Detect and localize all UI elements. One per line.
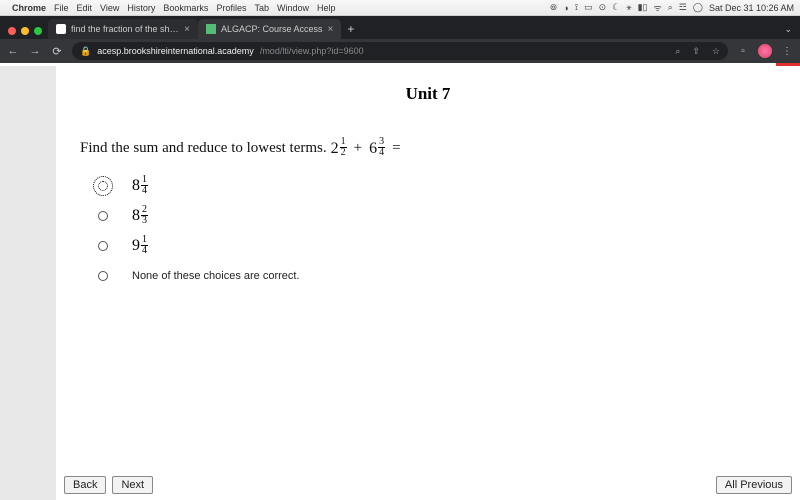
operand-a: 2 1 2	[331, 138, 347, 159]
unit-title: Unit 7	[80, 84, 776, 104]
close-tab-icon[interactable]: ×	[184, 24, 190, 35]
mac-menubar: Chrome File Edit View History Bookmarks …	[0, 0, 800, 16]
play-icon[interactable]: ⊙	[599, 2, 607, 13]
share-icon[interactable]: ⇧	[692, 46, 700, 57]
answer-choice[interactable]: 8 1 4	[98, 171, 776, 201]
tab-title: ALGACP: Course Access	[221, 24, 323, 34]
window-controls[interactable]	[6, 27, 48, 39]
choice-value: 8 2 3	[132, 206, 148, 227]
question-text: Find the sum and reduce to lowest terms.	[80, 140, 327, 157]
nav-bar: Back Next All Previous	[56, 470, 800, 500]
lock-icon: 🔒	[80, 46, 91, 57]
tab-favicon-icon	[206, 24, 216, 34]
tab-title: find the fraction of the shaded	[71, 24, 179, 34]
kebab-menu-icon[interactable]: ⋮	[780, 46, 794, 57]
left-gutter	[0, 66, 56, 500]
profile-avatar[interactable]	[758, 44, 772, 58]
back-icon[interactable]: ←	[6, 45, 20, 57]
toolbar: ← → ⟳ 🔒 acesp.brookshireinternational.ac…	[0, 39, 800, 63]
menubar-clock[interactable]: Sat Dec 31 10:26 AM	[709, 3, 794, 13]
tabs-dropdown-icon[interactable]: ⌄	[784, 24, 800, 39]
all-previous-button[interactable]: All Previous	[716, 476, 792, 494]
close-window-icon[interactable]	[8, 27, 16, 35]
choice-value: 9 1 4	[132, 236, 148, 257]
moon-icon[interactable]: ☾	[612, 2, 620, 13]
answer-choice[interactable]: 8 2 3	[98, 201, 776, 231]
close-tab-icon[interactable]: ×	[328, 24, 334, 35]
browser-chrome: find the fraction of the shaded × ALGACP…	[0, 16, 800, 63]
choice-value: 8 1 4	[132, 176, 148, 197]
battery-icon[interactable]: ▮▯	[638, 2, 648, 13]
radio-button[interactable]	[98, 241, 108, 251]
control-center-icon[interactable]: ☲	[679, 2, 687, 13]
radio-button[interactable]	[98, 181, 108, 191]
extensions-icon[interactable]: ▫	[736, 46, 750, 57]
search-icon[interactable]: ⌕	[668, 2, 673, 13]
url-path: /mod/lti/view.php?id=9600	[260, 46, 364, 56]
page: Unit 7 Find the sum and reduce to lowest…	[0, 66, 800, 500]
answer-choice[interactable]: 9 1 4	[98, 231, 776, 261]
menu-view[interactable]: View	[100, 3, 119, 13]
reload-icon[interactable]: ⟳	[50, 45, 64, 58]
search-in-url-icon[interactable]: ⌕	[675, 46, 680, 57]
browser-tab[interactable]: ALGACP: Course Access ×	[198, 19, 341, 39]
answer-choices: 8 1 4 8 2 3	[98, 171, 776, 291]
status-icon[interactable]: ⊚	[550, 2, 558, 13]
menu-tab[interactable]: Tab	[254, 3, 269, 13]
menu-bookmarks[interactable]: Bookmarks	[163, 3, 208, 13]
choice-value: None of these choices are correct.	[132, 270, 300, 282]
radio-button[interactable]	[98, 271, 108, 281]
siri-icon[interactable]: ◯	[693, 2, 703, 13]
operand-b: 6 3 4	[369, 138, 385, 159]
bookmark-icon[interactable]: ☆	[712, 46, 720, 57]
menu-file[interactable]: File	[54, 3, 69, 13]
display-icon[interactable]: ▭	[584, 2, 593, 13]
content-sheet: Unit 7 Find the sum and reduce to lowest…	[56, 66, 800, 500]
answer-choice[interactable]: None of these choices are correct.	[98, 261, 776, 291]
menu-history[interactable]: History	[127, 3, 155, 13]
tab-strip: find the fraction of the shaded × ALGACP…	[0, 16, 800, 39]
new-tab-button[interactable]: +	[341, 22, 360, 39]
menu-window[interactable]: Window	[277, 3, 309, 13]
plus-sign: +	[354, 140, 362, 157]
tab-favicon-icon	[56, 24, 66, 34]
next-button[interactable]: Next	[112, 476, 153, 494]
menu-help[interactable]: Help	[317, 3, 336, 13]
status-icon[interactable]: ⟟	[575, 2, 578, 13]
equals-sign: =	[392, 140, 400, 157]
back-button[interactable]: Back	[64, 476, 106, 494]
menubar-app-name[interactable]: Chrome	[12, 3, 46, 13]
question-stem: Find the sum and reduce to lowest terms.…	[80, 138, 776, 159]
menu-edit[interactable]: Edit	[77, 3, 93, 13]
bluetooth-icon[interactable]: ⚹	[626, 2, 631, 13]
wifi-icon[interactable]: ᯤ	[654, 1, 662, 14]
forward-icon[interactable]: →	[28, 45, 42, 57]
url-host: acesp.brookshireinternational.academy	[97, 46, 254, 56]
minimize-window-icon[interactable]	[21, 27, 29, 35]
radio-button[interactable]	[98, 211, 108, 221]
zoom-window-icon[interactable]	[34, 27, 42, 35]
browser-tab[interactable]: find the fraction of the shaded ×	[48, 19, 198, 39]
address-bar[interactable]: 🔒 acesp.brookshireinternational.academy /…	[72, 42, 728, 60]
status-icon[interactable]: ◑	[563, 3, 568, 13]
menu-profiles[interactable]: Profiles	[216, 3, 246, 13]
